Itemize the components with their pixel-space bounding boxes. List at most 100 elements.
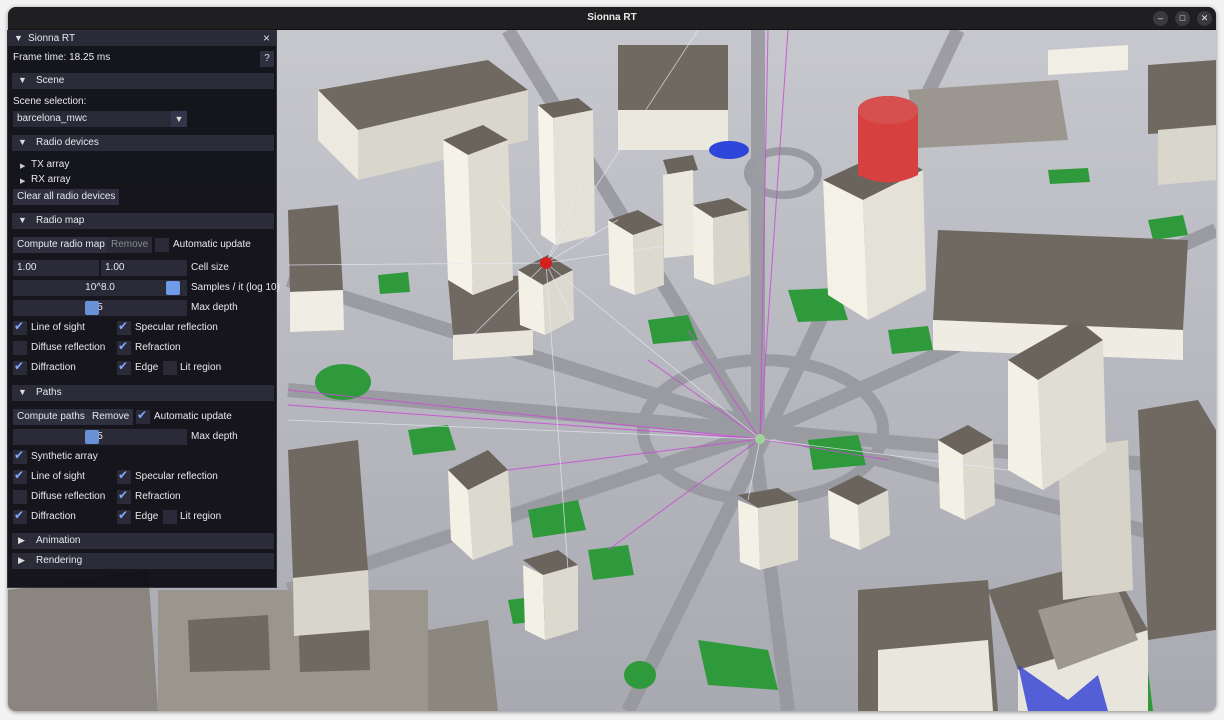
- paths-max-depth-grab[interactable]: [85, 430, 100, 444]
- rm-specular-checkbox[interactable]: ✔: [117, 319, 131, 335]
- collapse-icon: ▼: [18, 215, 27, 225]
- rm-diffraction-checkbox[interactable]: ✔: [13, 359, 27, 375]
- cell-size-label: Cell size: [191, 262, 229, 273]
- p-lit-region-label: Lit region: [180, 511, 222, 522]
- checkmark-icon: ✔: [118, 339, 129, 353]
- samples-value: 10^8.0: [85, 282, 115, 293]
- section-animation[interactable]: ▶ Animation: [12, 533, 274, 549]
- paths-max-depth-slider[interactable]: 5: [13, 429, 187, 445]
- expand-icon: ▶: [18, 535, 25, 545]
- tx-array-node[interactable]: TX array: [31, 159, 69, 170]
- minimize-icon[interactable]: –: [1153, 11, 1168, 26]
- p-line-of-sight-label: Line of sight: [31, 471, 85, 482]
- collapse-icon[interactable]: ▼: [14, 33, 23, 43]
- checkmark-icon: ✔: [14, 508, 25, 522]
- p-refraction-label: Refraction: [135, 491, 181, 502]
- scene-selection-combo[interactable]: barcelona_mwc: [13, 111, 173, 127]
- p-diffuse-checkbox[interactable]: [13, 490, 27, 504]
- section-radio-map[interactable]: ▼ Radio map: [12, 213, 274, 229]
- samples-slider[interactable]: 10^8.0: [13, 280, 187, 296]
- p-edge-checkbox[interactable]: ✔: [117, 508, 131, 524]
- p-specular-label: Specular reflection: [135, 471, 218, 482]
- p-diffraction-checkbox[interactable]: ✔: [13, 508, 27, 524]
- compute-radio-map-button[interactable]: Compute radio map: [13, 237, 109, 253]
- expand-icon[interactable]: ▶: [20, 162, 25, 170]
- rm-line-of-sight-checkbox[interactable]: ✔: [13, 319, 27, 335]
- checkmark-icon: ✔: [118, 488, 129, 502]
- paths-auto-update-label: Automatic update: [154, 411, 232, 422]
- rm-diffuse-label: Diffuse reflection: [31, 342, 106, 353]
- paths-max-depth-label: Max depth: [191, 431, 238, 442]
- section-scene-label: Scene: [36, 75, 65, 86]
- p-edge-label: Edge: [135, 511, 159, 522]
- chevron-down-icon[interactable]: ▼: [171, 111, 187, 127]
- p-line-of-sight-checkbox[interactable]: ✔: [13, 468, 27, 484]
- checkmark-icon: ✔: [118, 508, 129, 522]
- samples-slider-grab[interactable]: [165, 281, 180, 295]
- section-rendering[interactable]: ▶ Rendering: [12, 553, 274, 569]
- collapse-icon: ▼: [18, 137, 27, 147]
- scene-selection-label: Scene selection:: [13, 96, 87, 107]
- checkmark-icon: ✔: [14, 359, 25, 373]
- checkmark-icon: ✔: [118, 359, 129, 373]
- rm-line-of-sight-label: Line of sight: [31, 322, 85, 333]
- remove-radio-map-button[interactable]: Remove: [107, 237, 153, 253]
- compute-paths-button[interactable]: Compute paths: [13, 409, 89, 425]
- remove-paths-button[interactable]: Remove: [88, 409, 134, 425]
- tx-marker[interactable]: [540, 257, 552, 269]
- rm-refraction-label: Refraction: [135, 342, 181, 353]
- section-rendering-label: Rendering: [36, 555, 83, 566]
- close-icon[interactable]: ✕: [1197, 11, 1212, 26]
- collapse-icon: ▼: [18, 75, 27, 85]
- synthetic-array-label: Synthetic array: [31, 451, 98, 462]
- panel-title-bar[interactable]: ▼ Sionna RT ×: [8, 31, 276, 46]
- radio-map-max-depth-grab[interactable]: [85, 301, 100, 315]
- expand-icon: ▶: [18, 555, 25, 565]
- expand-icon[interactable]: ▶: [20, 177, 25, 185]
- radio-map-max-depth-slider[interactable]: 5: [13, 300, 187, 316]
- cell-size-x-input[interactable]: 1.00: [13, 260, 99, 276]
- close-icon[interactable]: ×: [263, 31, 270, 45]
- section-scene[interactable]: ▼ Scene: [12, 73, 274, 89]
- checkmark-icon: ✔: [14, 468, 25, 482]
- checkmark-icon: ✔: [118, 319, 129, 333]
- rm-edge-label: Edge: [135, 362, 159, 373]
- p-diffuse-label: Diffuse reflection: [31, 491, 106, 502]
- section-radio-devices[interactable]: ▼ Radio devices: [12, 135, 274, 151]
- p-specular-checkbox[interactable]: ✔: [117, 468, 131, 484]
- cell-size-y-input[interactable]: 1.00: [101, 260, 187, 276]
- rm-edge-checkbox[interactable]: ✔: [117, 359, 131, 375]
- radio-map-auto-update-checkbox[interactable]: [155, 238, 169, 252]
- paths-auto-update-checkbox[interactable]: ✔: [136, 408, 150, 424]
- p-diffraction-label: Diffraction: [31, 511, 76, 522]
- rm-diffuse-checkbox[interactable]: [13, 341, 27, 355]
- clear-radio-devices-button[interactable]: Clear all radio devices: [13, 189, 120, 205]
- p-lit-region-checkbox[interactable]: [163, 510, 177, 524]
- checkmark-icon: ✔: [14, 319, 25, 333]
- title-bar[interactable]: Sionna RT – □ ✕: [8, 7, 1216, 30]
- synthetic-array-checkbox[interactable]: ✔: [13, 448, 27, 464]
- p-refraction-checkbox[interactable]: ✔: [117, 488, 131, 504]
- checkmark-icon: ✔: [137, 408, 148, 422]
- radio-map-max-depth-label: Max depth: [191, 302, 238, 313]
- rx-marker[interactable]: [755, 434, 765, 444]
- rm-lit-region-checkbox[interactable]: [163, 361, 177, 375]
- checkmark-icon: ✔: [118, 468, 129, 482]
- sionna-control-panel: ▼ Sionna RT × Frame time: 18.25 ms ? ▼ S…: [7, 30, 280, 588]
- panel-title: Sionna RT: [28, 33, 76, 44]
- section-animation-label: Animation: [36, 535, 81, 546]
- section-paths[interactable]: ▼ Paths: [12, 385, 274, 401]
- window-title: Sionna RT: [587, 12, 637, 23]
- help-button[interactable]: ?: [260, 51, 274, 67]
- samples-label: Samples / it (log 10): [191, 282, 280, 293]
- section-paths-label: Paths: [36, 387, 62, 398]
- checkmark-icon: ✔: [14, 448, 25, 462]
- rm-specular-label: Specular reflection: [135, 322, 218, 333]
- section-radio-devices-label: Radio devices: [36, 137, 99, 148]
- rm-diffraction-label: Diffraction: [31, 362, 76, 373]
- frame-time: Frame time: 18.25 ms: [13, 52, 111, 63]
- maximize-icon[interactable]: □: [1175, 11, 1190, 26]
- rx-array-node[interactable]: RX array: [31, 174, 70, 185]
- rm-refraction-checkbox[interactable]: ✔: [117, 339, 131, 355]
- rm-lit-region-label: Lit region: [180, 362, 222, 373]
